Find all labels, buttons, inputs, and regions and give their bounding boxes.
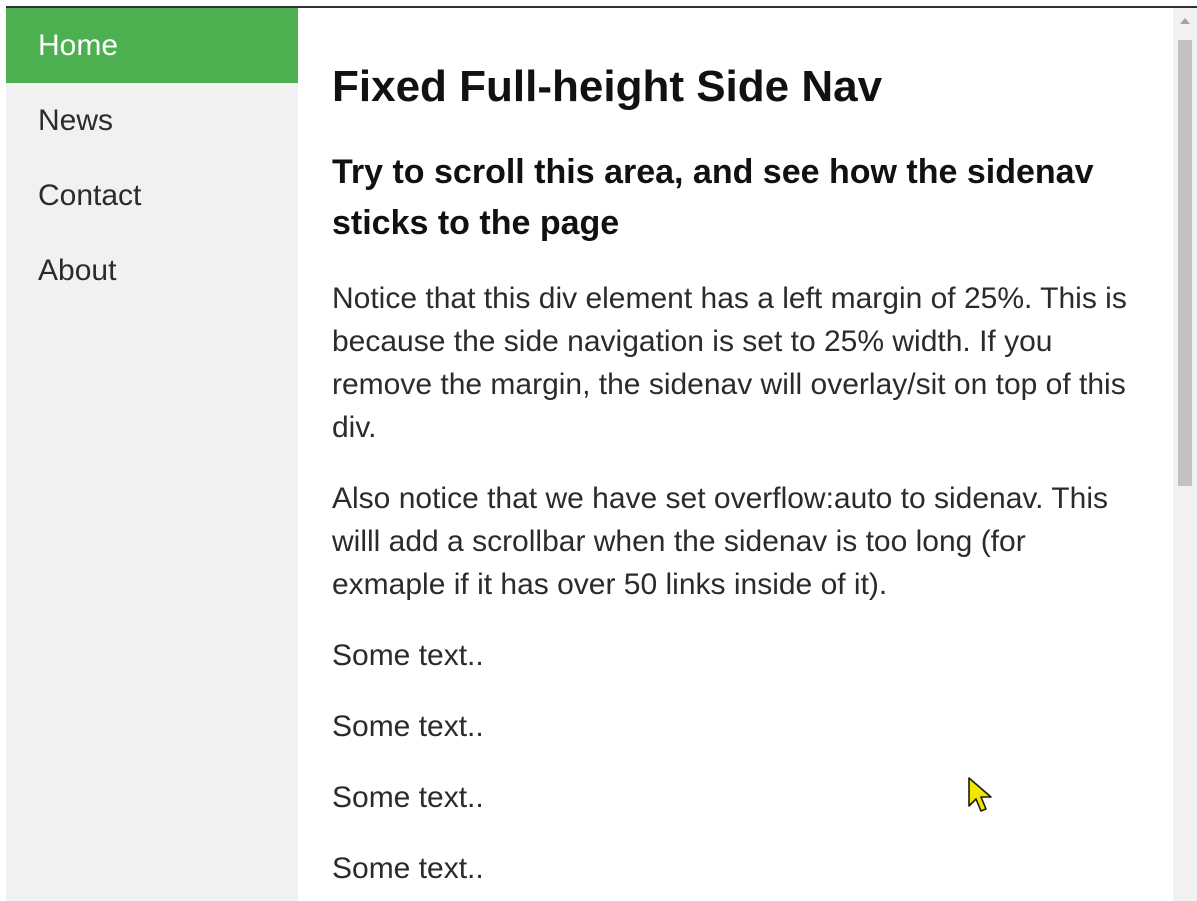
paragraph-overflow-note: Also notice that we have set overflow:au… — [332, 482, 1108, 601]
paragraph-some-text: Some text.. — [332, 639, 484, 672]
main-content: Fixed Full-height Side Nav Try to scroll… — [298, 8, 1173, 901]
sidenav-item-home[interactable]: Home — [6, 8, 298, 83]
paragraph-margin-note: Notice that this div element has a left … — [332, 282, 1127, 444]
vertical-scrollbar[interactable] — [1173, 8, 1197, 901]
paragraph-some-text: Some text.. — [332, 781, 484, 814]
browser-viewport: Home News Contact About Fixed Full-heigh… — [6, 6, 1197, 901]
paragraph-some-text: Some text.. — [332, 852, 484, 885]
sidenav-item-contact[interactable]: Contact — [6, 158, 298, 233]
page-subtitle: Try to scroll this area, and see how the… — [332, 153, 1094, 242]
sidenav: Home News Contact About — [6, 8, 298, 901]
sidenav-item-news[interactable]: News — [6, 83, 298, 158]
sidenav-item-about[interactable]: About — [6, 233, 298, 308]
mouse-pointer-icon — [968, 777, 992, 812]
scrollbar-thumb[interactable] — [1178, 40, 1192, 486]
chevron-up-icon[interactable] — [1180, 18, 1190, 24]
page-title: Fixed Full-height Side Nav — [332, 62, 883, 111]
paragraph-some-text: Some text.. — [332, 710, 484, 743]
